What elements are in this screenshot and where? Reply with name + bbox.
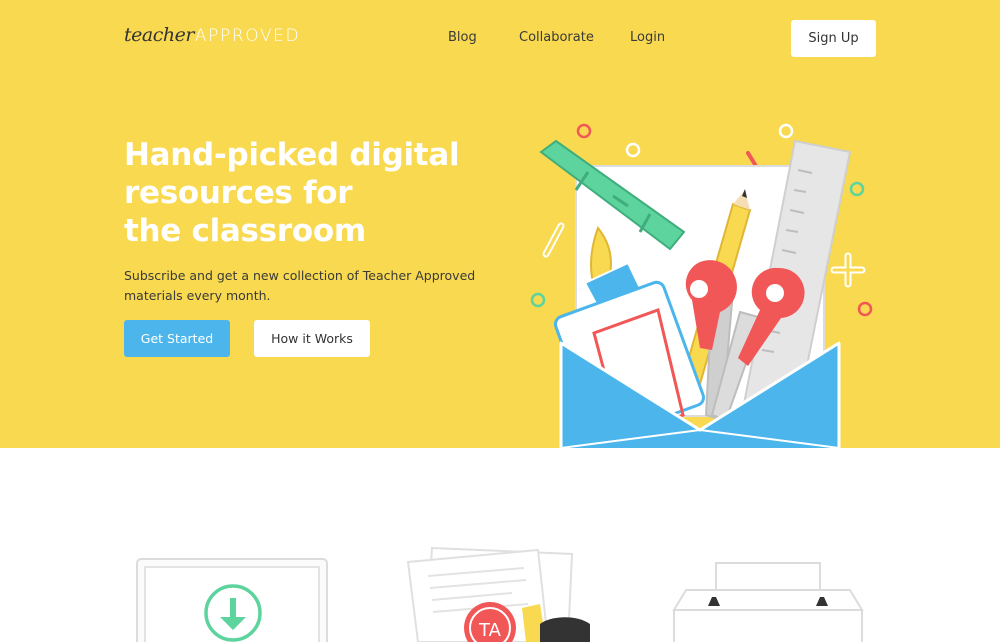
logo[interactable]: teacher APPROVED (124, 24, 300, 54)
subtitle-line-1: Subscribe and get a new collection of Te… (124, 268, 476, 283)
supplies-envelope-illustration (530, 123, 873, 448)
nav-collaborate-link[interactable]: Collaborate (519, 30, 594, 45)
nav-login-link[interactable]: Login (630, 30, 665, 45)
logo-caps: APPROVED (194, 26, 301, 46)
features-section: TA (0, 448, 1000, 642)
hero-headline: Hand-picked digital resources for the cl… (124, 136, 484, 250)
get-started-button[interactable]: Get Started (124, 320, 230, 357)
headline-line-3: the classroom (124, 213, 366, 249)
headline-line-1: Hand-picked digital (124, 137, 460, 173)
printer-icon (672, 562, 864, 642)
download-icon (136, 558, 328, 642)
hero-section: teacher APPROVED Blog Collaborate Login … (0, 0, 1000, 448)
headline-line-2: resources for (124, 175, 353, 211)
main-nav: Blog Collaborate Login Sign Up (448, 20, 876, 57)
how-it-works-button[interactable]: How it Works (254, 320, 370, 357)
documents-icon: TA (406, 546, 590, 642)
sign-up-button[interactable]: Sign Up (791, 20, 876, 57)
nav-blog-link[interactable]: Blog (448, 30, 477, 45)
logo-script: teacher (124, 24, 194, 46)
stamp-text: TA (478, 620, 502, 641)
subtitle-line-2: materials every month. (124, 288, 271, 303)
hero-subtitle: Subscribe and get a new collection of Te… (124, 266, 484, 306)
